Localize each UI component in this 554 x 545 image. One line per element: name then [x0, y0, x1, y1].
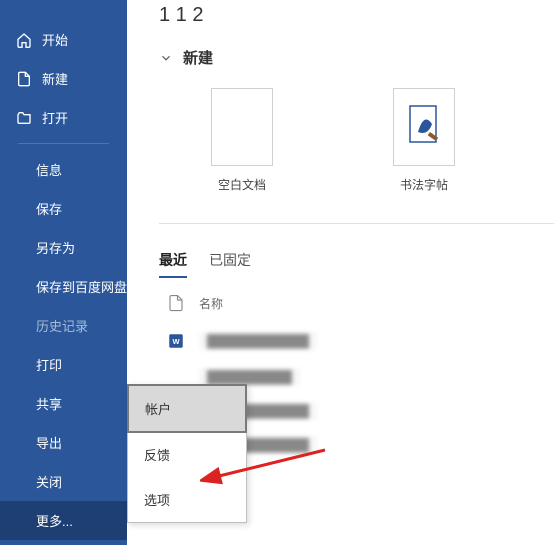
template-blank[interactable]: 空白文档 [211, 88, 273, 193]
column-name-label: 名称 [199, 295, 223, 312]
template-list: 空白文档 书法字帖 [159, 88, 554, 193]
sidebar-open[interactable]: 打开 [0, 98, 127, 137]
sidebar-new[interactable]: 新建 [0, 59, 127, 98]
new-section-header[interactable]: 新建 [159, 47, 554, 68]
popup-account[interactable]: 帐户 [127, 384, 247, 433]
new-doc-icon [16, 71, 32, 87]
word-doc-icon: W [167, 330, 185, 352]
sidebar-start[interactable]: 开始 [0, 20, 127, 59]
sidebar-save[interactable]: 保存 [0, 189, 127, 228]
document-icon [167, 292, 185, 314]
more-popup: 帐户 反馈 选项 [127, 384, 247, 523]
sidebar-save-baidu[interactable]: 保存到百度网盘 [0, 267, 127, 306]
template-calligraphy-label: 书法字帖 [400, 176, 448, 193]
sidebar-start-label: 开始 [42, 30, 68, 49]
sidebar-export[interactable]: 导出 [0, 423, 127, 462]
folder-open-icon [16, 110, 32, 126]
template-blank-thumb [211, 88, 273, 166]
tab-recent[interactable]: 最近 [159, 244, 187, 278]
sidebar-print[interactable]: 打印 [0, 345, 127, 384]
title-fragment: 1 1 2 [159, 4, 554, 27]
sidebar-open-label: 打开 [42, 108, 68, 127]
sidebar-more[interactable]: 更多... [0, 501, 127, 540]
svg-text:W: W [172, 337, 180, 346]
popup-options[interactable]: 选项 [128, 477, 246, 522]
sidebar-history[interactable]: 历史记录 [0, 306, 127, 345]
sidebar-close[interactable]: 关闭 [0, 462, 127, 501]
column-header-row: 名称 [159, 284, 554, 322]
template-blank-label: 空白文档 [218, 176, 266, 193]
recent-file-1[interactable]: W ████████████ [159, 322, 554, 360]
calligraphy-icon [404, 102, 444, 152]
tab-pinned[interactable]: 已固定 [209, 244, 251, 278]
template-calligraphy-thumb [393, 88, 455, 166]
template-calligraphy[interactable]: 书法字帖 [393, 88, 455, 193]
backstage-sidebar: 开始 新建 打开 信息 保存 另存为 保存到百度网盘 历史记录 打印 共享 导出… [0, 0, 127, 545]
sidebar-new-label: 新建 [42, 69, 68, 88]
sidebar-divider [18, 143, 109, 144]
divider [159, 223, 554, 224]
sidebar-share[interactable]: 共享 [0, 384, 127, 423]
home-icon [16, 32, 32, 48]
recent-file-1-name: ████████████ [199, 332, 317, 350]
chevron-down-icon [159, 51, 173, 65]
sidebar-info[interactable]: 信息 [0, 150, 127, 189]
popup-feedback[interactable]: 反馈 [128, 432, 246, 477]
new-section-title: 新建 [183, 47, 213, 68]
sidebar-saveas[interactable]: 另存为 [0, 228, 127, 267]
recent-tabs: 最近 已固定 [159, 244, 554, 278]
